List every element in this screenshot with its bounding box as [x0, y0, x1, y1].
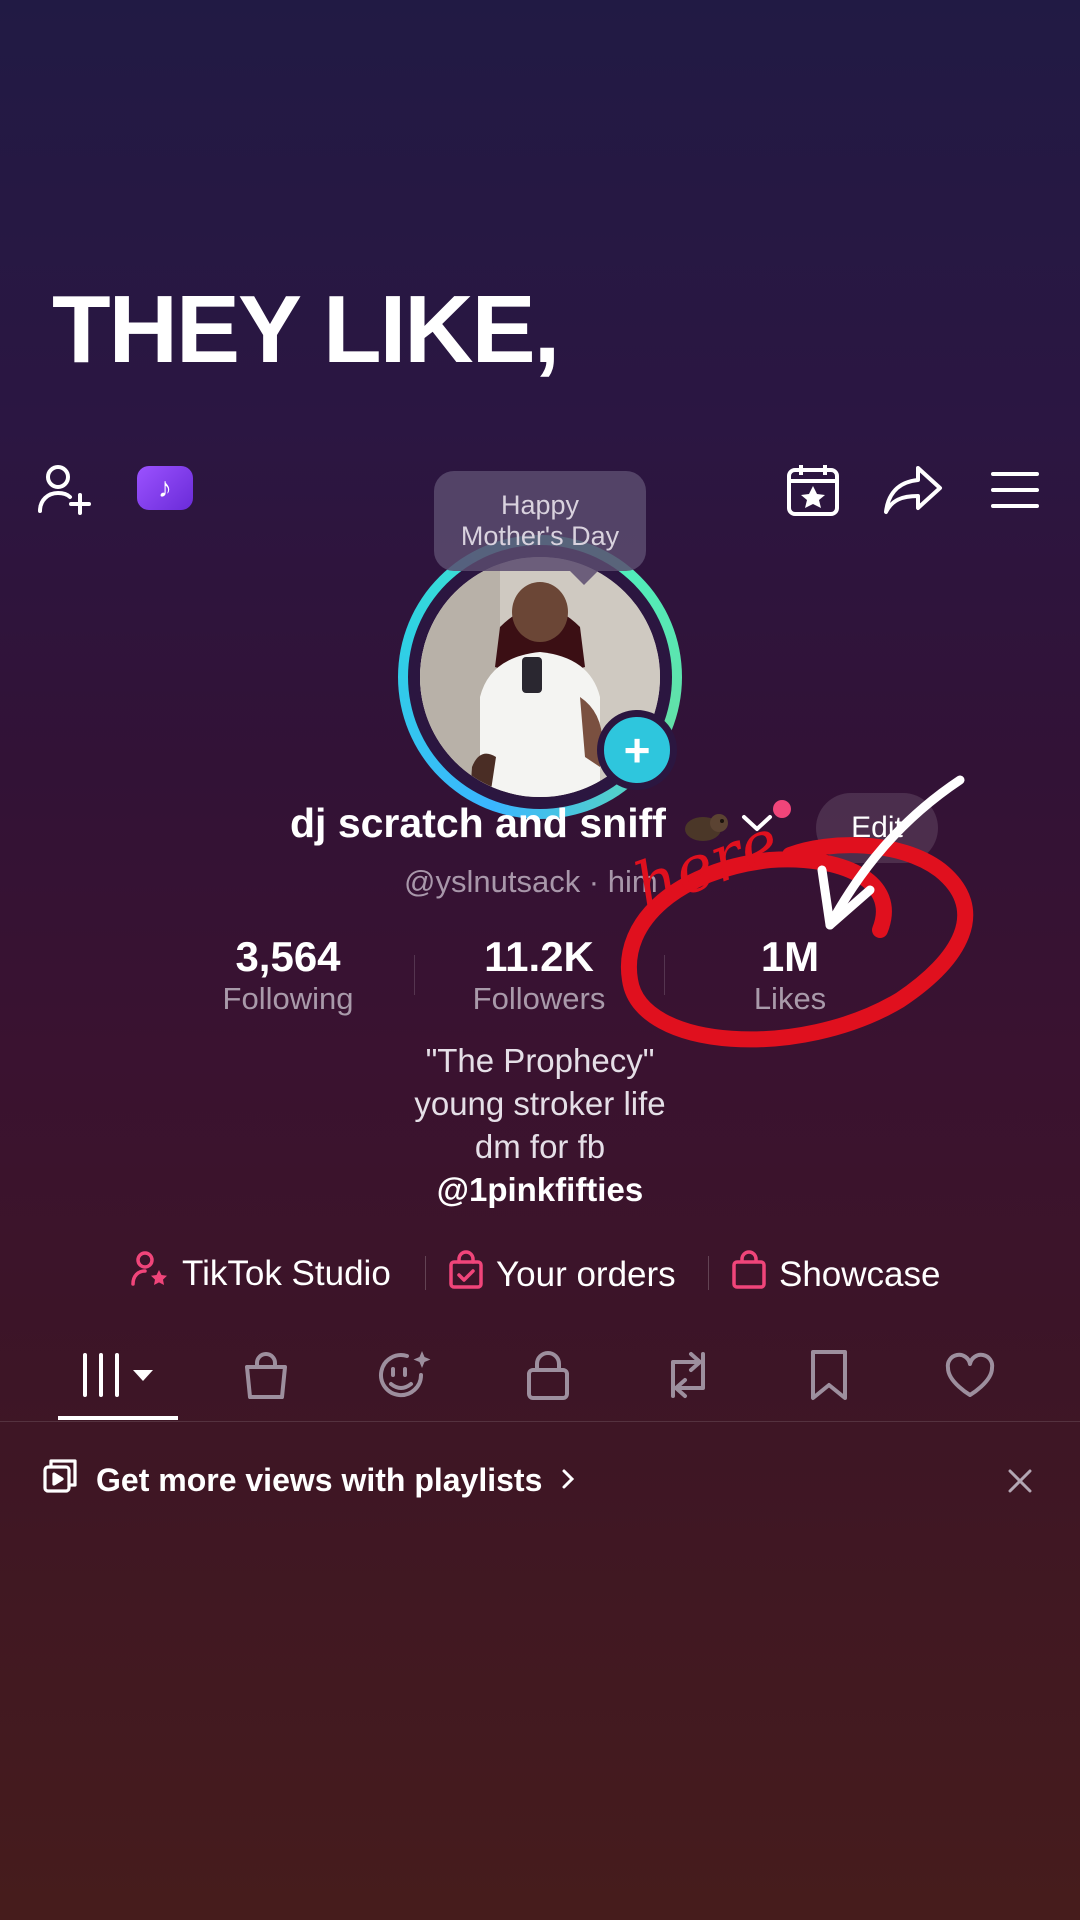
- note-bubble-line2: Mother's Day: [460, 521, 620, 551]
- note-bubble[interactable]: Happy Mother's Day: [434, 471, 646, 585]
- tab-private-lock-icon[interactable]: [516, 1345, 580, 1405]
- stat-following-label: Following: [222, 981, 354, 1016]
- add-friend-icon[interactable]: [30, 455, 100, 525]
- video-caption: THEY LIKE,: [52, 276, 560, 383]
- person-star-icon: [130, 1250, 170, 1297]
- share-icon[interactable]: [878, 455, 948, 525]
- showcase-label: Showcase: [779, 1254, 941, 1294]
- stat-following-value: 3,564: [235, 933, 341, 980]
- shopping-bag-check-icon: [448, 1250, 484, 1299]
- shopping-bag-icon: [731, 1250, 767, 1299]
- chevron-right-icon: [560, 1462, 576, 1499]
- tab-repost-icon[interactable]: [656, 1345, 720, 1405]
- bio-line-3: dm for fb: [474, 1128, 606, 1165]
- calendar-star-icon[interactable]: [778, 455, 848, 525]
- close-icon[interactable]: [1005, 1466, 1035, 1501]
- tab-liked-heart-icon[interactable]: [938, 1345, 1002, 1405]
- tab-shop-icon[interactable]: [234, 1345, 298, 1405]
- playlist-icon: [42, 1458, 78, 1502]
- note-bubble-line1: Happy: [500, 490, 580, 520]
- tiktok-studio-label: TikTok Studio: [182, 1253, 391, 1293]
- playlist-promo[interactable]: Get more views with playlists: [42, 1458, 576, 1502]
- menu-icon[interactable]: [980, 455, 1050, 525]
- playlist-promo-text: Get more views with playlists: [96, 1461, 543, 1498]
- tab-bookmark-icon[interactable]: [797, 1345, 861, 1405]
- showcase-link[interactable]: Showcase: [731, 1250, 940, 1299]
- tab-videos[interactable]: [72, 1345, 164, 1405]
- active-tab-indicator: [58, 1416, 178, 1420]
- stat-following[interactable]: 3,564 Following: [188, 933, 388, 1017]
- annotation-overlay: here: [620, 775, 974, 1048]
- bio-link[interactable]: @1pinkfifties: [0, 1171, 1080, 1209]
- tiktok-studio-link[interactable]: TikTok Studio: [130, 1250, 391, 1297]
- here-annotation-text: here: [625, 805, 789, 925]
- your-orders-label: Your orders: [496, 1254, 676, 1294]
- your-orders-link[interactable]: Your orders: [448, 1250, 676, 1299]
- tab-sparkle-face-icon[interactable]: [374, 1345, 438, 1405]
- tiktok-ticket-icon[interactable]: ♪: [137, 466, 193, 510]
